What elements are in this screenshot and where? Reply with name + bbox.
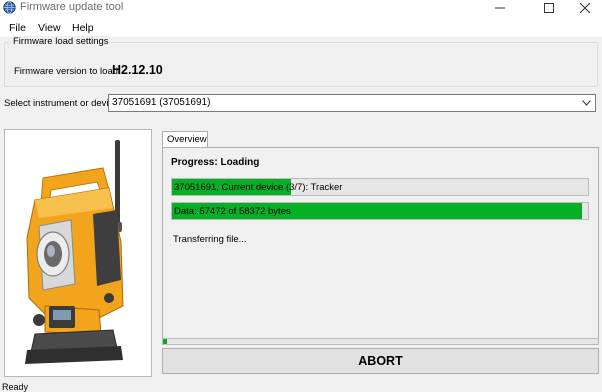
data-progress-text: Data: 57472 of 58372 bytes — [174, 206, 291, 217]
firmware-version-value: H2.12.10 — [112, 63, 163, 77]
tab-overview[interactable]: Overview — [162, 131, 208, 148]
transfer-status-message: Transferring file... — [173, 234, 247, 245]
menu-file[interactable]: File — [9, 22, 26, 34]
overall-progress-bar — [162, 338, 599, 345]
abort-button[interactable]: ABORT — [162, 348, 599, 374]
device-select[interactable]: 37051691 (37051691) — [108, 94, 596, 112]
menu-view[interactable]: View — [38, 22, 61, 34]
overview-tab-panel — [162, 147, 599, 344]
maximize-icon — [544, 3, 554, 13]
close-icon — [580, 3, 590, 13]
device-select-label: Select instrument or device — [4, 98, 119, 109]
menu-bar: File View Help — [0, 20, 602, 37]
progress-title: Progress: Loading — [171, 157, 260, 168]
globe-app-icon — [3, 1, 16, 14]
minimize-button[interactable] — [485, 0, 515, 16]
instrument-image-panel — [4, 129, 152, 377]
device-progress-text: 37051691, Current device (3/7): Tracker — [174, 182, 343, 193]
minimize-icon — [495, 7, 505, 9]
device-select-value: 37051691 (37051691) — [112, 97, 211, 108]
chevron-down-icon — [582, 100, 591, 106]
title-bar: Firmware update tool — [0, 0, 602, 16]
tab-overview-label: Overview — [167, 134, 207, 145]
status-bar: Ready — [0, 382, 602, 392]
window-title: Firmware update tool — [20, 1, 124, 13]
firmware-version-label: Firmware version to load: — [14, 66, 121, 77]
close-button[interactable] — [570, 0, 600, 16]
data-progress-bar: Data: 57472 of 58372 bytes — [171, 202, 589, 220]
device-progress-bar: 37051691, Current device (3/7): Tracker — [171, 178, 589, 196]
group-title: Firmware load settings — [11, 36, 111, 47]
overall-progress-fill — [163, 339, 168, 344]
menu-help[interactable]: Help — [72, 22, 94, 34]
maximize-button[interactable] — [534, 0, 564, 16]
firmware-settings-group: Firmware load settings Firmware version … — [4, 36, 598, 87]
instrument-image — [25, 140, 124, 364]
abort-button-label: ABORT — [358, 354, 403, 368]
status-bar-text: Ready — [2, 382, 29, 392]
